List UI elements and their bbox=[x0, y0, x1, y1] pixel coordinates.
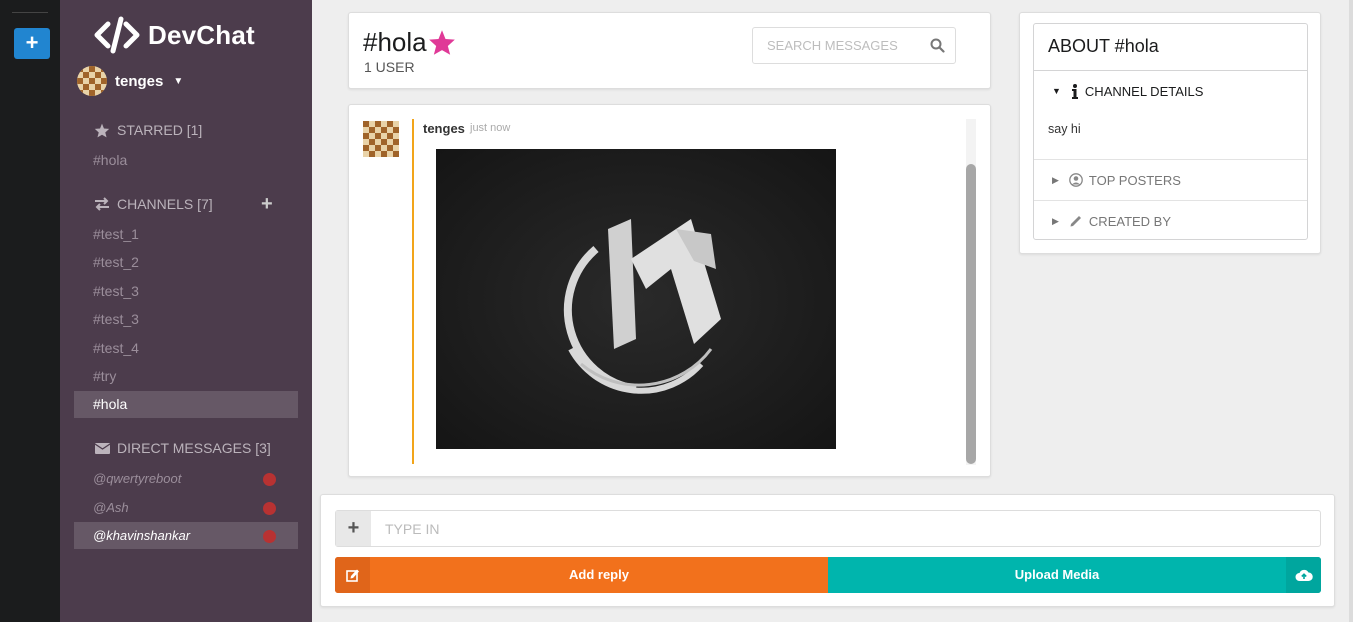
upload-media-label: Upload Media bbox=[1014, 567, 1100, 582]
dm-item-active[interactable]: @khavinshankar bbox=[74, 522, 298, 549]
dm-name: @qwertyreboot bbox=[93, 471, 182, 486]
exchange-icon bbox=[93, 197, 111, 211]
add-attachment-button[interactable]: + bbox=[336, 511, 371, 546]
mail-icon bbox=[93, 442, 111, 454]
user-circle-icon bbox=[1069, 173, 1083, 187]
dm-name: @khavinshankar bbox=[93, 528, 191, 543]
star-icon[interactable] bbox=[428, 29, 456, 56]
channel-item-active[interactable]: #hola bbox=[74, 391, 298, 418]
caret-right-icon: ▶ bbox=[1052, 215, 1059, 226]
user-count: 1 USER bbox=[364, 59, 415, 75]
channel-details-section: ▼ CHANNEL DETAILS say hi bbox=[1034, 71, 1307, 160]
messages-panel: tenges just now bbox=[348, 104, 991, 477]
upload-media-button[interactable]: Upload Media bbox=[828, 557, 1321, 593]
avatar bbox=[77, 66, 107, 96]
about-panel: ABOUT #hola ▼ CHANNEL DETAILS say hi ▶ T… bbox=[1019, 12, 1321, 254]
compose-panel: + Add reply Upload Media bbox=[320, 494, 1335, 607]
workspace-rail: + bbox=[0, 0, 60, 622]
channel-item[interactable]: #test_2 bbox=[74, 249, 298, 276]
top-posters-label: TOP POSTERS bbox=[1088, 172, 1181, 188]
message-input[interactable] bbox=[372, 511, 1317, 546]
dm-name: @Ash bbox=[93, 500, 129, 515]
message-input-group: + bbox=[335, 510, 1321, 547]
created-by-section[interactable]: ▶ CREATED BY bbox=[1034, 201, 1307, 241]
channel-details-text: say hi bbox=[1048, 122, 1081, 136]
dm-item[interactable]: @Ash bbox=[74, 494, 298, 521]
channel-item[interactable]: #test_3 bbox=[74, 278, 298, 305]
search-input[interactable] bbox=[753, 28, 923, 63]
caret-right-icon: ▶ bbox=[1052, 174, 1059, 185]
status-dot bbox=[263, 530, 276, 543]
star-icon bbox=[93, 123, 111, 138]
cloud-upload-icon bbox=[1286, 557, 1321, 593]
user-menu[interactable]: tenges ▼ bbox=[77, 66, 183, 96]
channel-item[interactable]: #try bbox=[74, 363, 298, 390]
channel-item[interactable]: #test_1 bbox=[74, 221, 298, 248]
search-icon[interactable] bbox=[930, 38, 945, 58]
direct-messages-label: DIRECT MESSAGES [3] bbox=[117, 440, 271, 456]
message-accent-bar bbox=[412, 119, 414, 464]
channel-item[interactable]: #test_4 bbox=[74, 335, 298, 362]
status-dot bbox=[263, 502, 276, 515]
channel-header: #hola 1 USER bbox=[348, 12, 991, 89]
about-title: ABOUT #hola bbox=[1034, 24, 1307, 71]
caret-down-icon: ▼ bbox=[1052, 86, 1061, 96]
rail-divider bbox=[12, 12, 48, 13]
message-time: just now bbox=[470, 122, 511, 134]
status-dot bbox=[263, 473, 276, 486]
add-channel-button[interactable]: + bbox=[261, 193, 273, 216]
starred-header: STARRED [1] bbox=[93, 122, 202, 138]
info-icon bbox=[1071, 83, 1079, 99]
channel-details-label: CHANNEL DETAILS bbox=[1084, 83, 1204, 99]
channels-header: CHANNELS [7] + bbox=[93, 193, 293, 215]
edit-icon bbox=[335, 557, 370, 593]
channels-label: CHANNELS [7] bbox=[117, 196, 213, 212]
code-icon bbox=[94, 16, 140, 54]
message-author[interactable]: tenges bbox=[423, 121, 465, 136]
app-name: DevChat bbox=[148, 19, 255, 50]
channel-details-header[interactable]: ▼ CHANNEL DETAILS bbox=[1034, 71, 1307, 111]
channel-title: #hola bbox=[363, 27, 456, 58]
channel-item[interactable]: #test_3 bbox=[74, 306, 298, 333]
search-box bbox=[752, 27, 956, 64]
dm-item[interactable]: @qwertyreboot bbox=[74, 465, 298, 492]
add-reply-label: Add reply bbox=[569, 567, 629, 582]
page-scrollbar[interactable] bbox=[1349, 0, 1353, 622]
about-card: ABOUT #hola ▼ CHANNEL DETAILS say hi ▶ T… bbox=[1033, 23, 1308, 240]
chevron-down-icon: ▼ bbox=[173, 75, 184, 87]
message-avatar[interactable] bbox=[363, 121, 399, 157]
starred-label: STARRED [1] bbox=[117, 122, 203, 138]
starred-item-hola[interactable]: #hola bbox=[74, 147, 298, 174]
pencil-icon bbox=[1069, 214, 1083, 228]
add-reply-button[interactable]: Add reply bbox=[335, 557, 828, 593]
add-workspace-button[interactable]: + bbox=[14, 28, 50, 59]
sidebar: DevChat tenges ▼ STARRED [1] #hola CHANN… bbox=[60, 0, 312, 622]
brand: DevChat bbox=[94, 16, 255, 54]
top-posters-section[interactable]: ▶ TOP POSTERS bbox=[1034, 160, 1307, 201]
message-image[interactable] bbox=[436, 149, 836, 449]
user-name: tenges bbox=[115, 72, 164, 90]
direct-messages-header: DIRECT MESSAGES [3] bbox=[93, 440, 271, 456]
scrollbar-thumb[interactable] bbox=[966, 164, 976, 464]
created-by-label: CREATED BY bbox=[1088, 213, 1172, 229]
channel-name: #hola bbox=[363, 27, 427, 57]
